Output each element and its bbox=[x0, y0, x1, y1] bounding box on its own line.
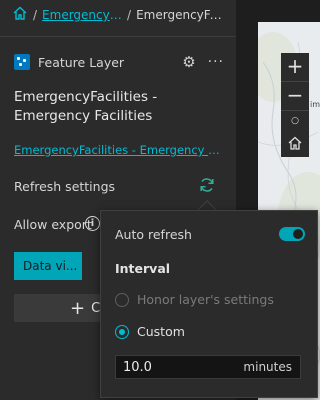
compass-icon[interactable]: ○ bbox=[281, 111, 309, 131]
interval-heading: Interval bbox=[115, 261, 171, 276]
home-icon[interactable] bbox=[12, 5, 28, 25]
minutes-suffix: minutes bbox=[243, 360, 292, 374]
breadcrumb-separator: / bbox=[33, 8, 38, 22]
allow-export-label: Allow export bbox=[14, 217, 92, 232]
custom-label: Custom bbox=[137, 324, 185, 339]
zoom-out-button[interactable]: − bbox=[281, 82, 309, 110]
layer-type-label: Feature Layer bbox=[38, 54, 125, 70]
info-icon[interactable]: i bbox=[85, 216, 100, 231]
minutes-field[interactable]: minutes bbox=[115, 355, 301, 379]
map-toolbar: + − ○ bbox=[281, 53, 309, 157]
custom-radio[interactable] bbox=[115, 325, 129, 339]
breadcrumb-current: EmergencyFa... bbox=[136, 8, 227, 22]
auto-refresh-label: Auto refresh bbox=[115, 227, 192, 242]
minutes-input[interactable] bbox=[116, 359, 236, 375]
data-view-tab[interactable]: Data vi... bbox=[14, 252, 82, 280]
refresh-popover: Auto refresh Interval Honor layer's sett… bbox=[100, 210, 318, 398]
feature-layer-icon bbox=[14, 54, 30, 70]
honor-layer-settings-radio[interactable] bbox=[115, 293, 129, 307]
plus-icon: + bbox=[70, 297, 86, 319]
add-button-label: C bbox=[91, 300, 101, 316]
honor-layer-settings-label: Honor layer's settings bbox=[137, 292, 274, 307]
breadcrumb-link[interactable]: Emergency F... bbox=[42, 8, 122, 22]
auto-refresh-toggle[interactable] bbox=[279, 227, 305, 241]
breadcrumb-separator: / bbox=[127, 8, 132, 22]
layer-header: Feature Layer ⚙ ··· bbox=[14, 52, 224, 72]
refresh-settings-label: Refresh settings bbox=[14, 179, 116, 194]
home-view-button[interactable] bbox=[281, 131, 309, 157]
layer-title: EmergencyFacilities - Emergency Faciliti… bbox=[14, 89, 158, 124]
more-options-icon[interactable]: ··· bbox=[208, 54, 224, 70]
divider bbox=[0, 36, 236, 37]
map-label: im bbox=[310, 100, 320, 109]
refresh-icon[interactable] bbox=[198, 176, 216, 199]
gear-icon[interactable]: ⚙ bbox=[182, 53, 195, 71]
layer-source-link[interactable]: EmergencyFacilities - Emergency Facilit.… bbox=[14, 143, 222, 157]
breadcrumb: / Emergency F... / EmergencyFa... bbox=[12, 4, 232, 26]
zoom-in-button[interactable]: + bbox=[281, 53, 309, 81]
